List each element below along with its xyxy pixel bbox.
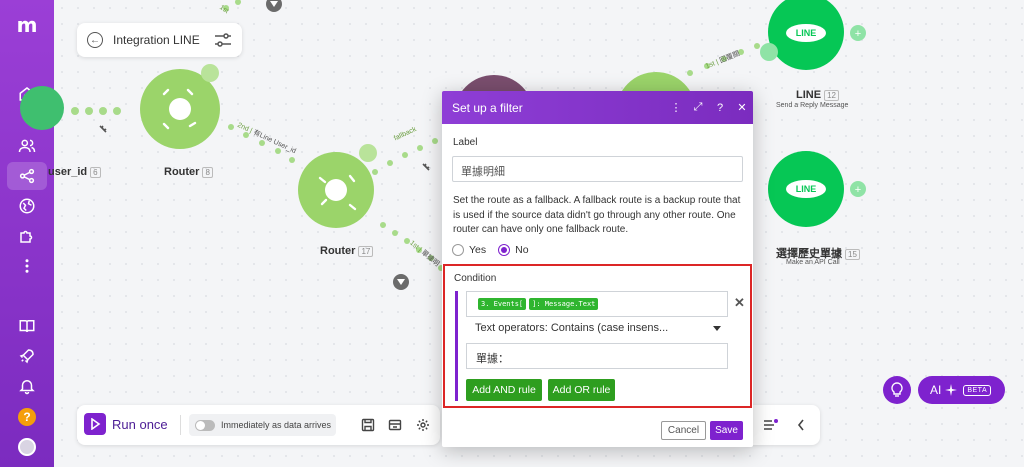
run-once-button[interactable] — [84, 413, 106, 435]
label-caption: Label — [453, 137, 478, 148]
notes-icon[interactable] — [762, 417, 780, 433]
ai-hint-button[interactable] — [883, 376, 911, 404]
route-label-1st-right[interactable]: 1st | 回覆關 — [704, 48, 741, 71]
condition-value-input[interactable]: 單據： — [466, 343, 728, 369]
beta-badge: BETA — [963, 384, 992, 396]
condition-field-input[interactable]: 3. Events[ ]: Message.Text — [466, 291, 728, 317]
expand-icon[interactable]: ⤢ — [687, 97, 709, 119]
line-logo-icon: LINE — [786, 180, 826, 198]
filter-dialog: Set up a filter ⋮ ⤢ ? ✕ Label 單據明細 Set t… — [442, 91, 753, 447]
filter-dialog-header: Set up a filter ⋮ ⤢ ? ✕ — [442, 91, 753, 124]
gear-icon[interactable] — [416, 418, 430, 432]
bottom-toolbar: Run once Immediately as data arrives — [77, 405, 440, 445]
chevron-down-icon[interactable] — [713, 326, 721, 331]
condition-section: Condition 3. Events[ ]: Message.Text ✕ T… — [443, 264, 752, 408]
fallback-radio-group: Yes No — [452, 244, 529, 256]
run-once-label[interactable]: Run once — [112, 417, 168, 432]
schedule-toggle[interactable]: Immediately as data arrives — [189, 414, 336, 436]
fallback-no-label[interactable]: No — [515, 244, 528, 256]
fallback-description: Set the route as a fallback. A fallback … — [453, 195, 741, 235]
node-router-8-label[interactable]: Router 8 — [164, 166, 213, 178]
ai-label: AI — [930, 383, 942, 397]
remove-condition-icon[interactable]: ✕ — [734, 295, 745, 311]
node-line-12-label[interactable]: LINE 12 — [796, 89, 839, 101]
operator-select[interactable]: Text operators: Contains (case insens... — [475, 322, 725, 334]
route-label-1st-lower[interactable]: 1st | 單據明 — [408, 238, 442, 269]
save-icon[interactable] — [361, 418, 375, 432]
fallback-no-radio[interactable] — [498, 244, 511, 256]
node-router-17-label[interactable]: Router 17 — [320, 245, 374, 257]
route-label-1st-top[interactable]: 1st — [218, 4, 230, 15]
route-label-2nd[interactable]: 2nd | 有Line User_id — [236, 120, 298, 156]
scenario-title[interactable]: Integration LINE — [113, 33, 214, 47]
mapped-variable-pill[interactable]: 3. Events[ — [478, 298, 527, 310]
route-label-fallback[interactable]: fallback — [393, 126, 417, 142]
add-and-rule-button[interactable]: Add AND rule — [466, 379, 542, 401]
ai-assistant-button[interactable]: AI BETA — [918, 376, 1005, 404]
play-icon — [91, 418, 101, 430]
blueprint-icon[interactable] — [388, 418, 402, 432]
chevron-left-icon[interactable] — [796, 418, 806, 432]
node-line-12-sub: Send a Reply Message — [776, 102, 849, 109]
close-icon[interactable]: ✕ — [731, 97, 753, 119]
lightbulb-icon — [891, 382, 903, 397]
save-button[interactable]: Save — [710, 421, 743, 440]
schedule-switch[interactable] — [195, 419, 215, 431]
back-arrow-icon[interactable]: ← — [87, 32, 103, 48]
label-input[interactable]: 單據明細 — [452, 156, 743, 182]
scenario-header: ← Integration LINE — [77, 23, 242, 57]
condition-caption: Condition — [454, 273, 497, 284]
line-logo-icon: LINE — [786, 24, 826, 42]
help-icon[interactable]: ? — [709, 97, 731, 119]
add-or-rule-button[interactable]: Add OR rule — [548, 379, 615, 401]
more-vertical-icon[interactable]: ⋮ — [665, 97, 687, 119]
filter-dialog-title: Set up a filter — [452, 100, 523, 115]
node-user-id-label[interactable]: user_id 6 — [48, 166, 101, 178]
canvas-tools — [744, 405, 820, 445]
fallback-yes-label[interactable]: Yes — [469, 244, 486, 256]
sparkle-icon — [945, 384, 958, 396]
settings-sliders-icon[interactable] — [214, 33, 232, 47]
cancel-button[interactable]: Cancel — [661, 421, 706, 440]
node-line-15-sub: Make an API Call — [786, 259, 840, 266]
condition-group-bar — [455, 291, 458, 401]
schedule-label: Immediately as data arrives — [221, 420, 332, 430]
toolbar-divider — [180, 415, 181, 435]
mapped-variable-pill[interactable]: ]: Message.Text — [529, 298, 599, 310]
fallback-yes-radio[interactable] — [452, 244, 464, 256]
